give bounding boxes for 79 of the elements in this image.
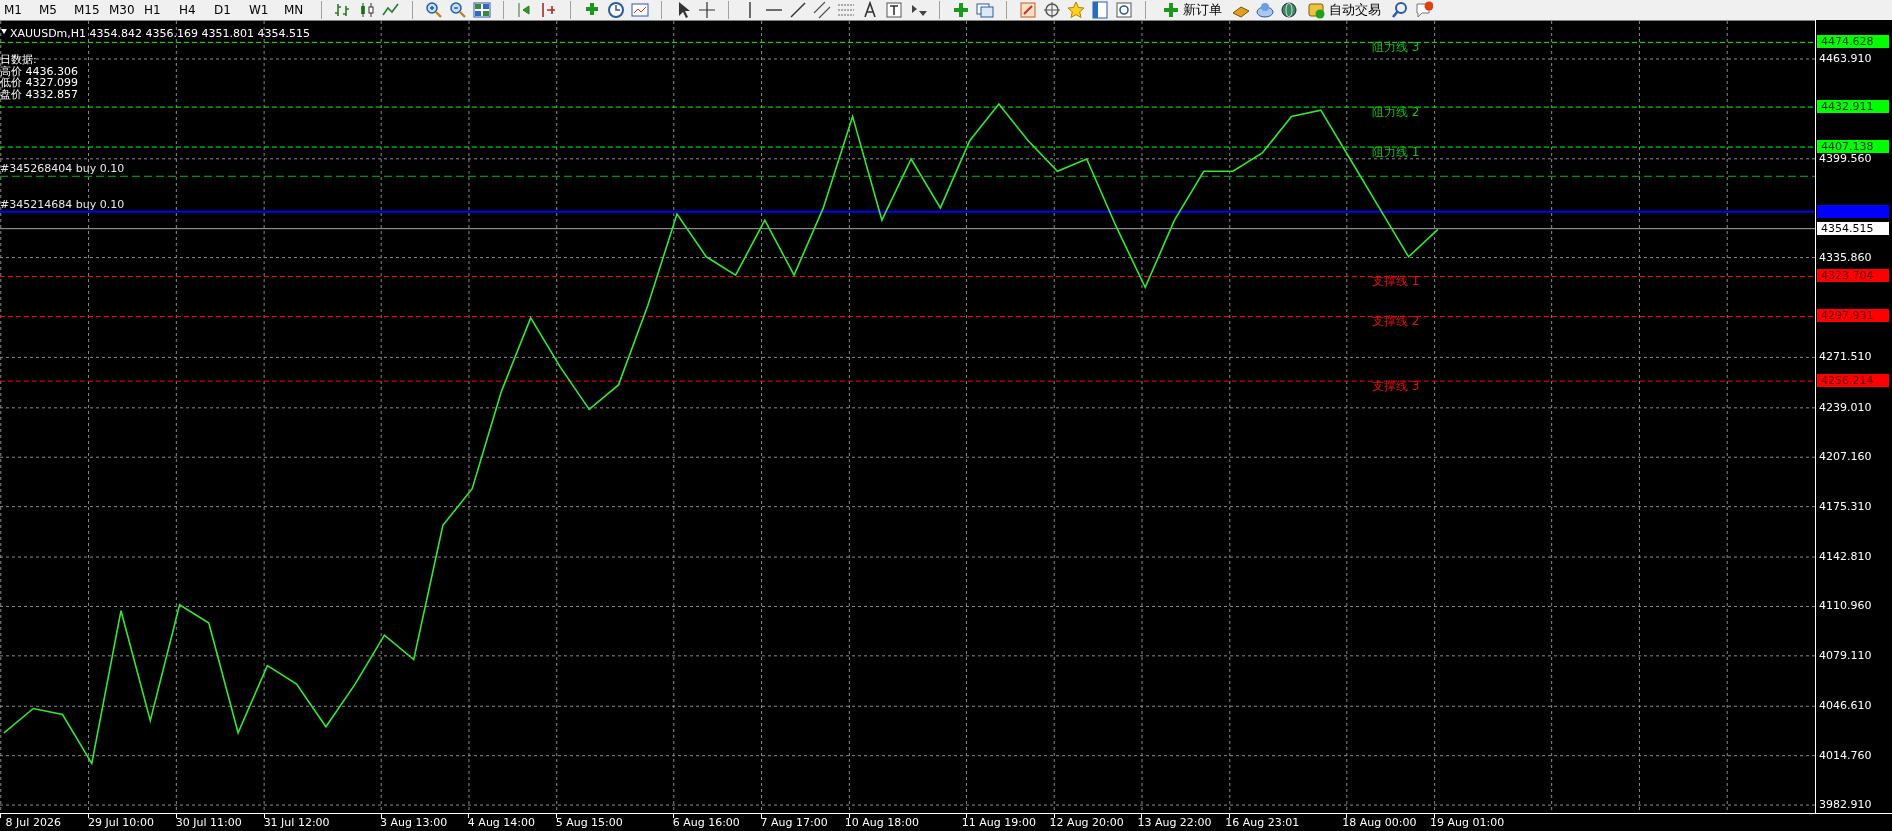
- candle-chart-icon[interactable]: [358, 0, 376, 19]
- level-label: 阻力线 2: [1372, 106, 1420, 120]
- level-label: 支撑线 3: [1372, 380, 1420, 394]
- price-tag: 4323.704: [1817, 269, 1889, 283]
- axis-label: 4142.810: [1819, 550, 1872, 564]
- axis-label: 4079.110: [1819, 648, 1872, 662]
- level-label: 阻力线 3: [1372, 41, 1420, 55]
- axis-label: 4335.860: [1819, 250, 1872, 264]
- axis-label: 4046.610: [1819, 699, 1872, 713]
- price-tag: 4432.911: [1817, 100, 1889, 114]
- level-label: 支撑线 2: [1372, 315, 1420, 329]
- axis-label: 5 Aug 15:00: [555, 816, 623, 829]
- axis-label: 3982.910: [1819, 798, 1872, 812]
- axis-label: 4239.010: [1819, 400, 1872, 414]
- crosshair-icon[interactable]: [698, 0, 716, 19]
- axis-label: 8 Jul 2026: [5, 816, 61, 829]
- zoom-in-icon[interactable]: [425, 0, 443, 19]
- chart-title: XAUUSDm,H1 4354.842 4356.169 4351.801 4354.515: [10, 27, 311, 40]
- info-text: 日数据:: [0, 54, 37, 65]
- axis-label: 4271.510: [1819, 350, 1872, 364]
- target-icon[interactable]: [1043, 0, 1061, 19]
- axis-label: 3 Aug 13:00: [380, 816, 448, 829]
- zoom-out-icon[interactable]: [449, 0, 467, 19]
- axis-label: 30 Jul 11:00: [175, 816, 242, 829]
- search-icon[interactable]: [1391, 0, 1409, 19]
- price-tag: 4407.138: [1817, 140, 1889, 154]
- globe-icon[interactable]: [1280, 0, 1298, 19]
- level-label: 支撑线 1: [1372, 275, 1420, 289]
- info-text: 盘价 4332.857: [0, 88, 78, 100]
- timeframe-button[interactable]: W1: [245, 2, 274, 17]
- price-tag: 4256.214: [1817, 374, 1889, 388]
- order-label: #345268404 buy 0.10: [0, 162, 125, 176]
- star-icon[interactable]: [1067, 0, 1085, 19]
- chat-icon[interactable]: [1415, 0, 1433, 19]
- axis-label: 29 Jul 10:00: [88, 816, 155, 829]
- price-tag: 4354.515: [1817, 221, 1889, 235]
- dropdown-icon[interactable]: [1, 29, 7, 34]
- axis-label: 19 Aug 01:00: [1430, 816, 1505, 829]
- axis-label: 4110.960: [1819, 599, 1872, 613]
- axis-label: 4399.560: [1819, 151, 1872, 165]
- axis-label: 6 Aug 16:00: [672, 816, 740, 829]
- text-label-icon[interactable]: [885, 0, 903, 19]
- order-label: #345214684 buy 0.10: [0, 197, 125, 211]
- timeframe-button[interactable]: M15: [70, 2, 99, 17]
- timeframe-button[interactable]: MN: [280, 2, 309, 17]
- info-text: 高价 4436.306: [0, 65, 78, 77]
- axis-label: 4463.910: [1819, 52, 1872, 65]
- level-label: 阻力线 1: [1372, 146, 1420, 160]
- clock-icon[interactable]: [607, 0, 625, 19]
- plus-icon[interactable]: [1162, 0, 1180, 19]
- info-text: 低价 4327.099: [0, 77, 78, 88]
- timeframe-button[interactable]: M5: [35, 2, 64, 17]
- tile-windows-icon[interactable]: [473, 0, 491, 19]
- axis-label: 18 Aug 00:00: [1342, 816, 1417, 829]
- axis-label: 4175.310: [1819, 499, 1872, 513]
- price-tag: 4297.931: [1817, 309, 1889, 323]
- timeframe-button[interactable]: M30: [105, 2, 134, 17]
- timeframe-button[interactable]: D1: [210, 2, 239, 17]
- cloud-icon[interactable]: [1256, 0, 1274, 19]
- axis-label: 13 Aug 22:00: [1137, 816, 1212, 829]
- toolbar-button[interactable]: 自动交易: [1304, 0, 1385, 19]
- axis-label: 12 Aug 20:00: [1049, 816, 1124, 829]
- axis-label: 7 Aug 17:00: [760, 816, 828, 829]
- timeframe-button[interactable]: M1: [0, 2, 29, 17]
- timeframe-button[interactable]: H4: [175, 2, 204, 17]
- channel-icon[interactable]: [813, 0, 831, 19]
- axis-label: 4 Aug 14:00: [467, 816, 536, 829]
- price-tag: 4474.628: [1817, 35, 1889, 49]
- axis-label: 11 Aug 19:00: [961, 816, 1036, 829]
- axis-label: 4014.760: [1819, 748, 1872, 762]
- axis-label: 16 Aug 23:01: [1225, 816, 1300, 829]
- toolbar-button[interactable]: 新订单: [1158, 0, 1226, 19]
- timeframe-button[interactable]: H1: [140, 2, 169, 17]
- text-tool-icon[interactable]: [861, 0, 879, 19]
- trendline-icon[interactable]: [789, 0, 807, 19]
- axis-label: 10 Aug 18:00: [844, 816, 919, 829]
- axis-label: 4207.160: [1819, 450, 1872, 464]
- axis-label: 31 Jul 12:00: [263, 816, 330, 829]
- price-tag: [1817, 204, 1889, 218]
